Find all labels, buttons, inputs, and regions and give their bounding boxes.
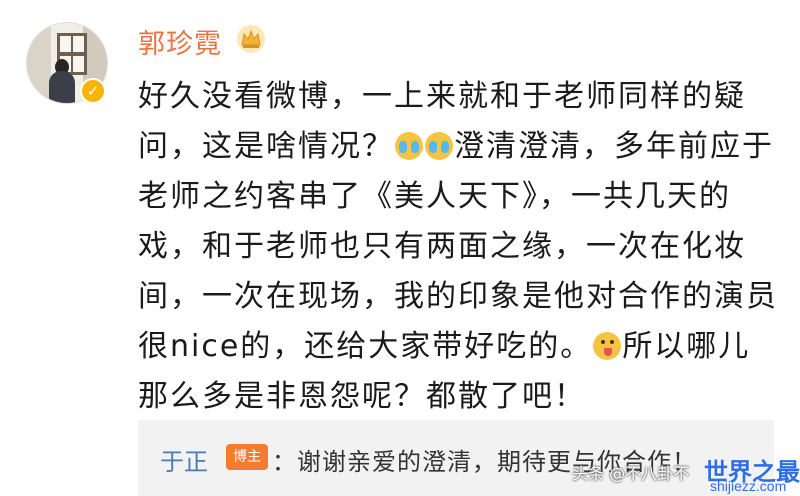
- comment-box: 于正 博主 ：谢谢亲爱的澄清，期待更与你合作！: [138, 420, 774, 496]
- avatar-person-body: [49, 71, 75, 103]
- author-badge: 博主: [226, 444, 268, 470]
- crying-laughing-emoji: [395, 132, 423, 160]
- crying-laughing-emoji: [425, 132, 453, 160]
- post-username[interactable]: 郭珍霓: [138, 22, 222, 61]
- watermark-url: shijiezz.com: [710, 478, 787, 494]
- comment-username[interactable]: 于正: [160, 442, 208, 477]
- watermark-source: 头条 @不八卦不: [572, 464, 690, 483]
- post-body: 好久没看微博，一上来就和于老师同样的疑问，这是啥情况？ 澄清澄清，多年前应于老师之…: [138, 72, 778, 422]
- tongue-out-emoji: [593, 332, 622, 360]
- crown-icon: [237, 25, 265, 53]
- verified-badge-icon: ✓: [80, 78, 106, 104]
